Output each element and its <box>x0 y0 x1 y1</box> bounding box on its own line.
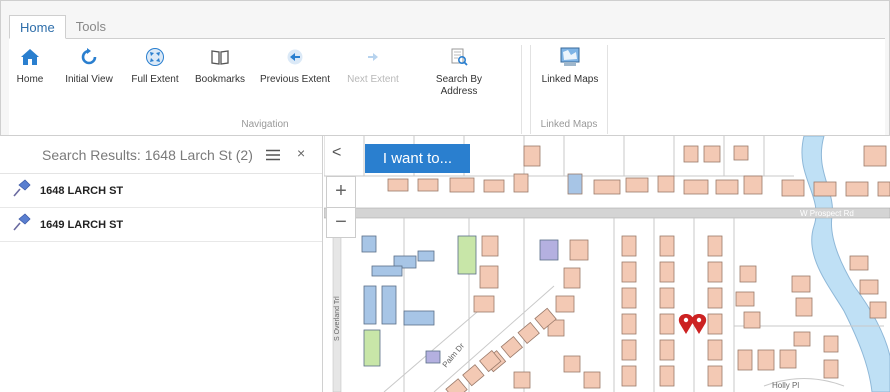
prospect-road-label: W Prospect Rd <box>800 209 854 218</box>
back-arrow-icon <box>283 45 307 69</box>
result-item[interactable]: 1648 LARCH ST <box>0 174 322 208</box>
refresh-icon <box>77 45 101 69</box>
tab-tools[interactable]: Tools <box>66 15 116 39</box>
i-want-to-button[interactable]: I want to... <box>365 144 470 173</box>
forward-arrow-icon <box>361 45 385 69</box>
linked-maps-group-label: Linked Maps <box>540 119 598 130</box>
panel-title: Search Results: 1648 Larch St (2) <box>42 146 253 163</box>
full-extent-label: Full Extent <box>131 74 179 85</box>
search-by-address-button[interactable]: Search By Address <box>427 45 491 98</box>
next-extent-label: Next Extent <box>347 74 399 85</box>
zoom-out-button[interactable]: − <box>327 207 355 237</box>
result-label: 1648 LARCH ST <box>40 184 124 197</box>
holly-pl-label: Holly Pl <box>772 381 799 390</box>
result-item[interactable]: 1649 LARCH ST <box>0 208 322 242</box>
map-view[interactable]: W Prospect Rd S Overland Trl Palm Dr Hol… <box>324 136 890 392</box>
linked-maps-button[interactable]: Linked Maps <box>537 45 603 86</box>
list-icon[interactable] <box>265 148 281 166</box>
home-icon <box>18 45 42 69</box>
linked-maps-icon <box>558 45 582 69</box>
next-extent-button[interactable]: Next Extent <box>343 45 403 86</box>
navigation-group: Home Initial View Full Extent Bookmarks <box>9 45 522 134</box>
search-results-panel: Search Results: 1648 Larch St (2) × 1648… <box>0 136 323 392</box>
initial-view-label: Initial View <box>65 74 113 85</box>
navigation-group-label: Navigation <box>241 119 289 130</box>
previous-extent-label: Previous Extent <box>259 74 331 85</box>
search-by-address-line1: Search By <box>435 74 483 85</box>
panel-header: Search Results: 1648 Larch St (2) × <box>0 136 322 174</box>
full-extent-button[interactable]: Full Extent <box>127 45 183 86</box>
search-by-address-label: Search By Address <box>436 74 482 98</box>
home-button[interactable]: Home <box>13 45 47 86</box>
search-doc-icon <box>447 45 471 69</box>
linked-maps-label: Linked Maps <box>541 74 599 85</box>
bookmarks-label: Bookmarks <box>194 74 245 85</box>
ribbon-body: Home Initial View Full Extent Bookmarks <box>9 38 885 135</box>
map-canvas[interactable]: W Prospect Rd S Overland Trl Palm Dr Hol… <box>324 136 890 392</box>
overland-road-label: S Overland Trl <box>334 296 341 341</box>
close-panel-button[interactable]: × <box>297 145 305 161</box>
home-label: Home <box>16 74 44 85</box>
book-icon <box>208 45 232 69</box>
ribbon-tabs: Home Tools <box>9 15 116 39</box>
initial-view-button[interactable]: Initial View <box>59 45 119 86</box>
collapse-panel-button[interactable]: < <box>332 144 341 162</box>
bookmarks-button[interactable]: Bookmarks <box>193 45 247 86</box>
zoom-control: + − <box>326 176 356 238</box>
result-label: 1649 LARCH ST <box>40 218 124 231</box>
linked-maps-group: Linked Maps Linked Maps <box>530 45 608 134</box>
expand-icon <box>143 45 167 69</box>
search-by-address-line2: Address <box>440 86 478 97</box>
zoom-in-button[interactable]: + <box>327 177 355 207</box>
previous-extent-button[interactable]: Previous Extent <box>255 45 335 86</box>
pushpin-icon <box>12 179 32 202</box>
tab-home[interactable]: Home <box>9 15 66 39</box>
pushpin-icon <box>12 213 32 236</box>
ribbon-toolbar: Home Tools Home Initial View Full Extent… <box>0 0 890 136</box>
